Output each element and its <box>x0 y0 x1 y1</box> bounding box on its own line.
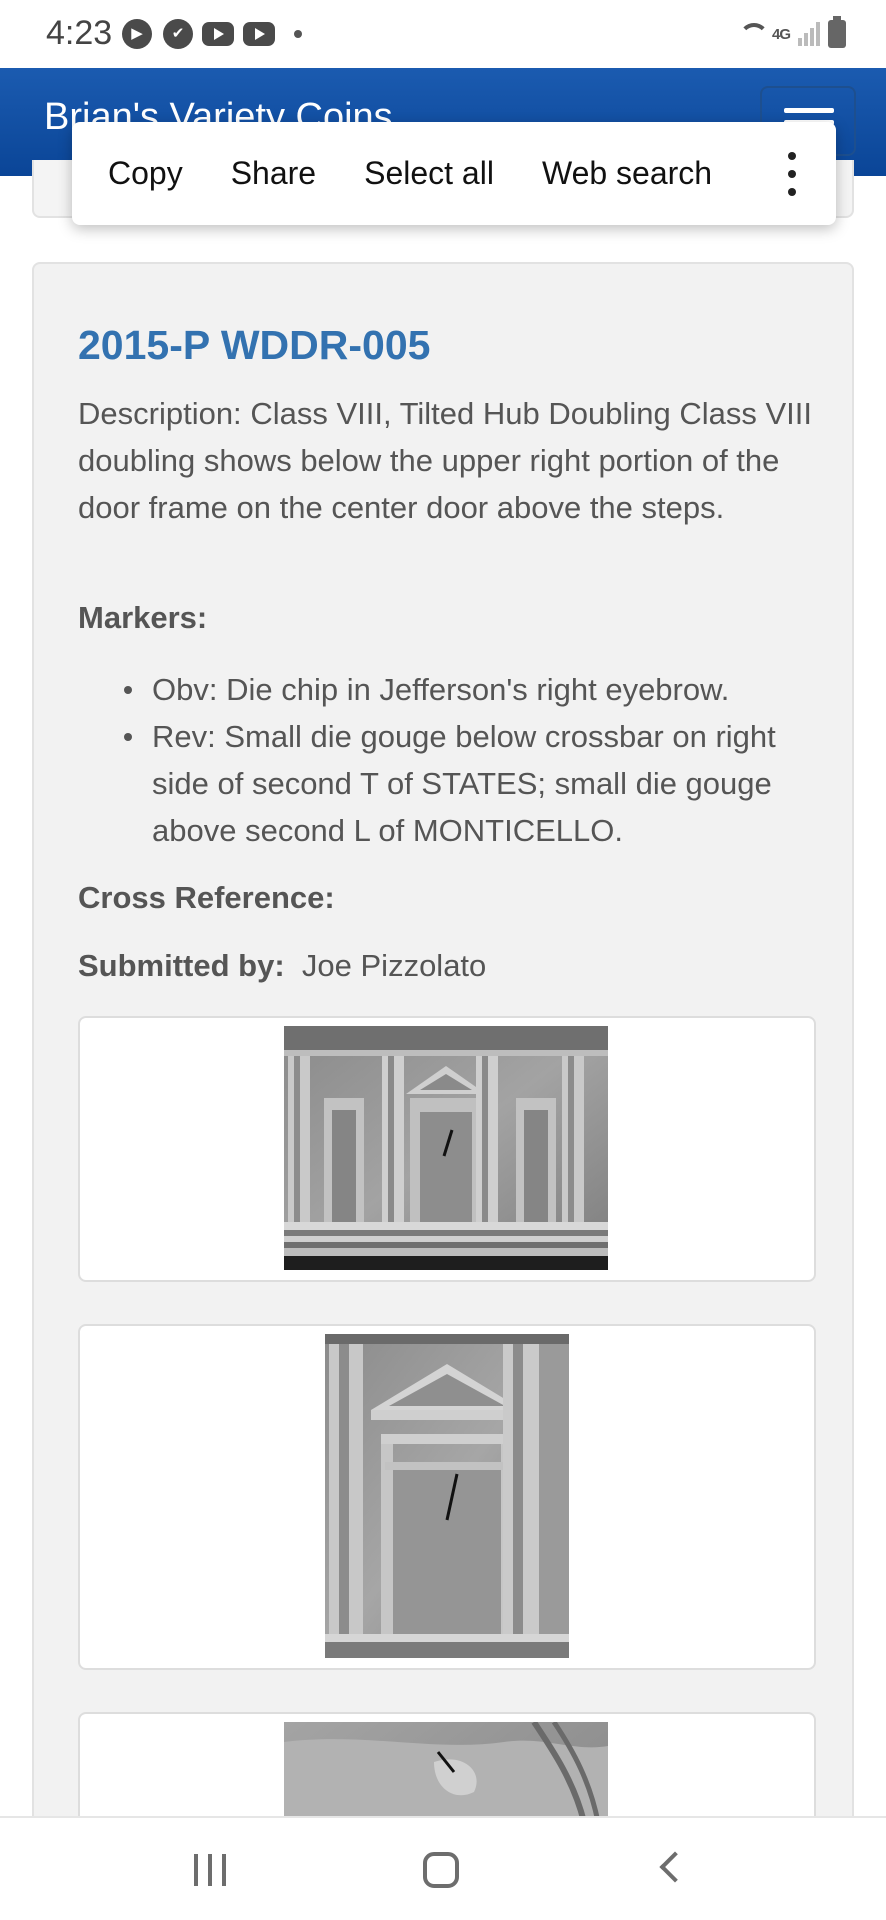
variety-title: 2015-P WDDR-005 <box>78 322 431 368</box>
center-door-svg <box>325 1334 569 1658</box>
marker-item: Rev: Small die gouge below crossbar on r… <box>124 713 834 854</box>
recent-apps-icon[interactable] <box>194 1854 228 1886</box>
cross-reference: Cross Reference: <box>78 880 335 916</box>
signal-icon <box>798 22 820 46</box>
check-icon: ✔ <box>163 19 193 49</box>
home-icon[interactable] <box>423 1852 459 1888</box>
play-icon: ▶ <box>122 19 152 49</box>
description-label: Description: <box>78 396 242 431</box>
image-panel <box>78 1324 816 1670</box>
system-nav-bar <box>0 1816 886 1920</box>
text-selection-menu: Copy Share Select all Web search <box>72 122 836 225</box>
battery-icon <box>828 16 846 48</box>
markers-label: Markers: <box>78 600 208 635</box>
status-bar: 4:23 ▶ ✔ 4G <box>0 0 886 68</box>
status-right-icons: 4G <box>738 16 846 52</box>
dot-icon <box>294 30 302 38</box>
center-door-image[interactable] <box>325 1334 569 1658</box>
screen: 4:23 ▶ ✔ 4G Brian's Variety Coins 2015-P… <box>0 0 886 1920</box>
select-all-button[interactable]: Select all <box>340 155 518 192</box>
monticello-reverse-image[interactable] <box>284 1026 608 1270</box>
youtube-icon <box>243 22 275 46</box>
cross-reference-label: Cross Reference: <box>78 880 335 915</box>
back-icon[interactable] <box>659 1851 691 1883</box>
marker-item: Obv: Die chip in Jefferson's right eyebr… <box>124 666 834 713</box>
variety-card: 2015-P WDDR-005 Description: Class VIII,… <box>32 262 854 1920</box>
copy-button[interactable]: Copy <box>72 155 207 192</box>
status-time: 4:23 <box>46 14 113 52</box>
youtube-icon <box>202 22 234 46</box>
share-button[interactable]: Share <box>207 155 340 192</box>
markers-list: Obv: Die chip in Jefferson's right eyebr… <box>124 666 834 854</box>
monticello-reverse-svg <box>284 1026 608 1270</box>
submitted-by: Submitted by: Joe Pizzolato <box>78 948 486 984</box>
web-search-button[interactable]: Web search <box>518 155 736 192</box>
variety-description: Description: Class VIII, Tilted Hub Doub… <box>78 390 818 531</box>
submitted-label: Submitted by: <box>78 948 285 983</box>
markers-heading: Markers: <box>78 600 207 636</box>
image-panel <box>78 1016 816 1282</box>
submitter-name: Joe Pizzolato <box>301 948 487 983</box>
more-vertical-icon[interactable] <box>786 152 796 196</box>
wifi-icon <box>738 21 769 47</box>
network-type: 4G <box>771 25 791 43</box>
